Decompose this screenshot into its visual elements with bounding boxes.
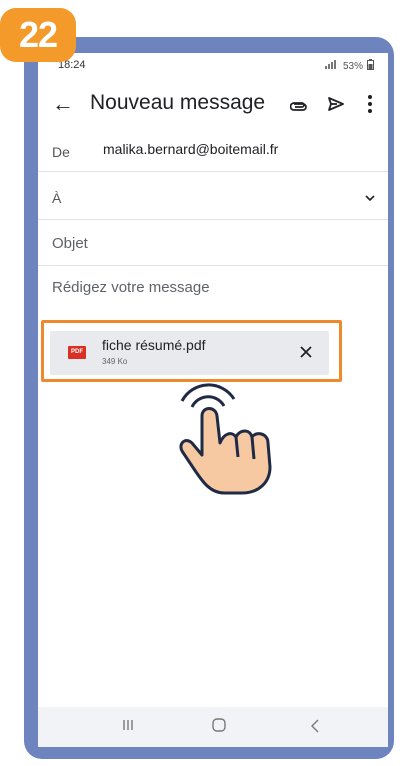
more-vert-icon[interactable] xyxy=(367,93,373,115)
attachment-file-size: 349 Ko xyxy=(102,357,128,366)
subject-field[interactable]: Objet xyxy=(52,235,88,252)
back-icon[interactable] xyxy=(308,718,322,734)
attachment-chip[interactable]: PDF fiche résumé.pdf 349 Ko xyxy=(50,331,329,375)
paperclip-icon[interactable] xyxy=(290,95,308,113)
close-icon[interactable] xyxy=(298,344,314,360)
page-title: Nouveau message xyxy=(90,91,266,114)
to-row[interactable]: À xyxy=(38,175,388,220)
phone-screen: 18:24 53% ← Nouveau message De malika.be… xyxy=(38,53,388,747)
system-nav-bar xyxy=(38,707,388,747)
battery-label: 53% xyxy=(342,60,363,72)
send-icon[interactable] xyxy=(326,94,346,114)
step-badge: 22 xyxy=(0,8,76,62)
back-arrow-icon[interactable]: ← xyxy=(52,91,74,117)
battery-icon xyxy=(367,59,374,73)
signal-icon xyxy=(324,60,339,72)
pdf-icon: PDF xyxy=(68,346,86,359)
subject-row[interactable]: Objet xyxy=(38,219,388,266)
from-label: De xyxy=(52,144,70,160)
home-icon[interactable] xyxy=(212,718,226,732)
status-indicators: 53% xyxy=(324,59,374,73)
to-label: À xyxy=(52,190,62,206)
chevron-down-icon[interactable] xyxy=(363,193,377,203)
attachment-file-name: fiche résumé.pdf xyxy=(102,337,206,353)
from-field[interactable]: malika.bernard@boitemail.fr xyxy=(103,141,278,157)
message-body-field[interactable]: Rédigez votre message xyxy=(52,279,210,296)
tap-hand-icon xyxy=(179,383,272,495)
from-row: De malika.bernard@boitemail.fr xyxy=(38,129,388,172)
app-bar: ← Nouveau message xyxy=(38,85,388,125)
recents-icon[interactable] xyxy=(120,717,136,733)
